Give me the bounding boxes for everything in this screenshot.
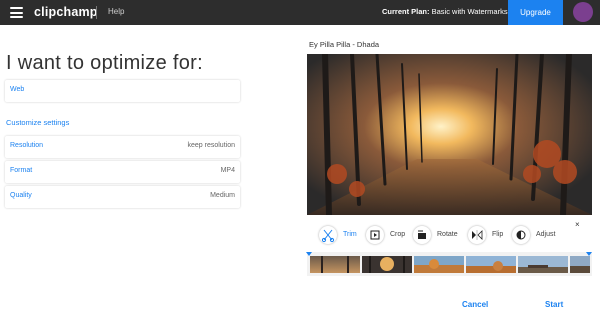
timeline-thumbnail <box>310 256 360 273</box>
crop-icon <box>366 226 384 244</box>
page-title: I want to optimize for: <box>6 52 203 74</box>
crop-label: Crop <box>390 231 406 238</box>
trim-label: Trim <box>343 231 357 238</box>
quality-label: Quality <box>10 192 32 199</box>
resolution-value: keep resolution <box>187 142 235 149</box>
adjust-label: Adjust <box>536 231 556 238</box>
optimize-target-select[interactable]: Web <box>5 80 240 102</box>
help-link[interactable]: Help <box>108 7 124 16</box>
timeline-thumbnail <box>570 256 590 273</box>
timeline-thumbnail <box>414 256 464 273</box>
adjust-icon <box>512 226 530 244</box>
menu-icon[interactable] <box>10 7 23 18</box>
customize-settings-title: Customize settings <box>6 118 70 127</box>
rotate-icon <box>413 226 431 244</box>
format-select[interactable]: Format MP4 <box>5 161 240 183</box>
plan-value: Basic with Watermarks <box>431 7 508 16</box>
divider <box>96 6 97 19</box>
timeline-thumbnail <box>466 256 516 273</box>
app-logo[interactable]: clipchamp <box>34 5 98 19</box>
rotate-label: Rotate <box>437 231 458 238</box>
resolution-label: Resolution <box>10 142 44 149</box>
cancel-button[interactable]: Cancel <box>462 300 488 309</box>
start-button[interactable]: Start <box>545 300 563 309</box>
edit-toolbar: Trim Crop Rotate Flip Adjust <box>307 218 592 253</box>
timeline-thumbnail <box>362 256 412 273</box>
scissors-icon <box>319 226 337 244</box>
plan-label: Current Plan: <box>382 7 430 16</box>
close-icon[interactable]: × <box>575 220 580 229</box>
top-bar: clipchamp Help Current Plan: Basic with … <box>0 0 600 25</box>
forest-image <box>307 54 592 215</box>
format-label: Format <box>10 167 33 174</box>
current-plan: Current Plan: Basic with Watermarks <box>382 7 508 16</box>
optimize-target-value: Web <box>10 86 25 93</box>
format-value: MP4 <box>220 167 235 174</box>
timeline-thumbnail <box>518 256 568 273</box>
avatar[interactable] <box>573 2 593 22</box>
video-title: Ey Pilla Pilla - Dhada <box>309 40 380 49</box>
resolution-select[interactable]: Resolution keep resolution <box>5 136 240 158</box>
flip-label: Flip <box>492 231 504 238</box>
quality-select[interactable]: Quality Medium <box>5 186 240 208</box>
timeline-strip[interactable] <box>306 252 592 276</box>
upgrade-button[interactable]: Upgrade <box>508 0 563 25</box>
quality-value: Medium <box>210 192 235 199</box>
flip-icon <box>468 226 486 244</box>
video-preview[interactable] <box>307 54 592 215</box>
